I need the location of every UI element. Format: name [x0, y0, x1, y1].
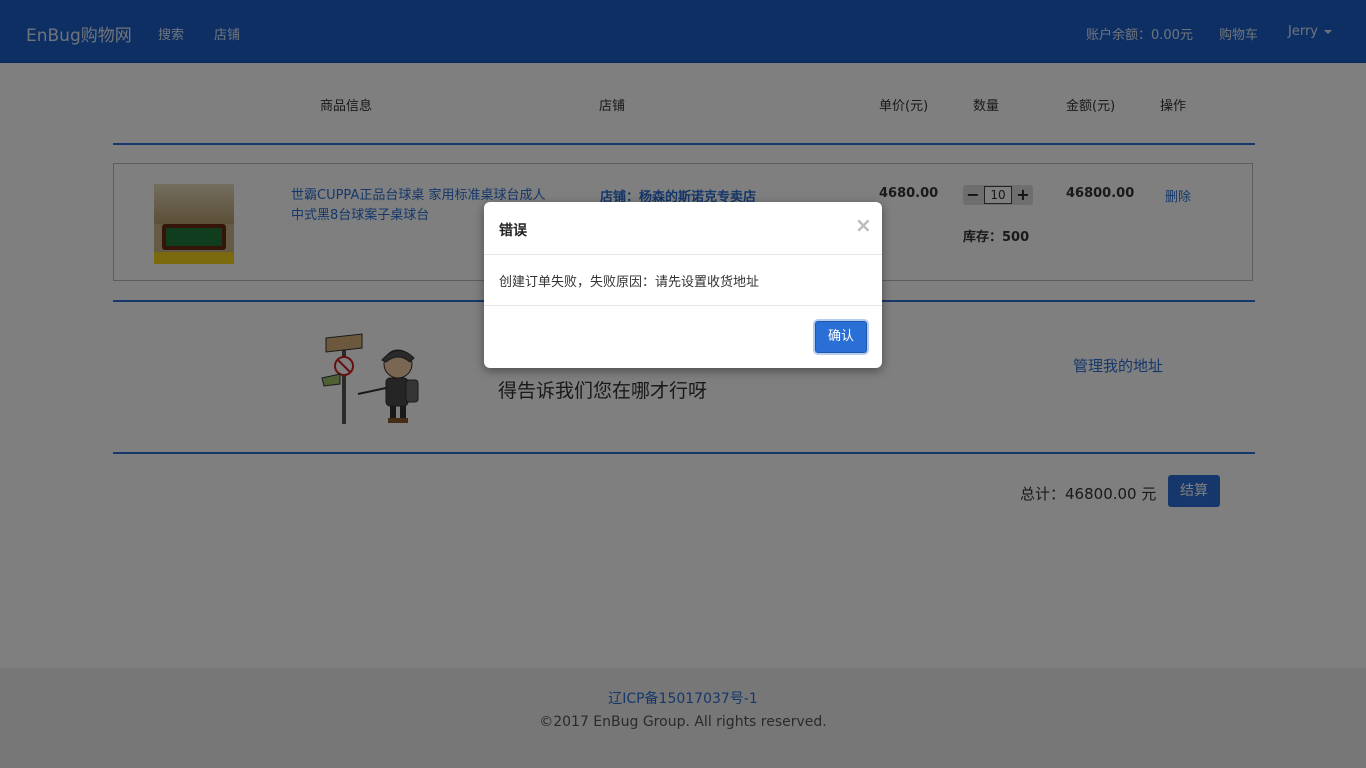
divider [484, 305, 882, 306]
error-dialog: 错误 × 创建订单失败，失败原因：请先设置收货地址 确认 [484, 202, 882, 368]
modal-backdrop[interactable] [0, 0, 1366, 768]
close-icon[interactable]: × [855, 213, 872, 237]
confirm-button[interactable]: 确认 [815, 321, 867, 353]
dialog-message: 创建订单失败，失败原因：请先设置收货地址 [499, 275, 760, 290]
dialog-title: 错误 [499, 223, 527, 239]
divider [484, 254, 882, 255]
